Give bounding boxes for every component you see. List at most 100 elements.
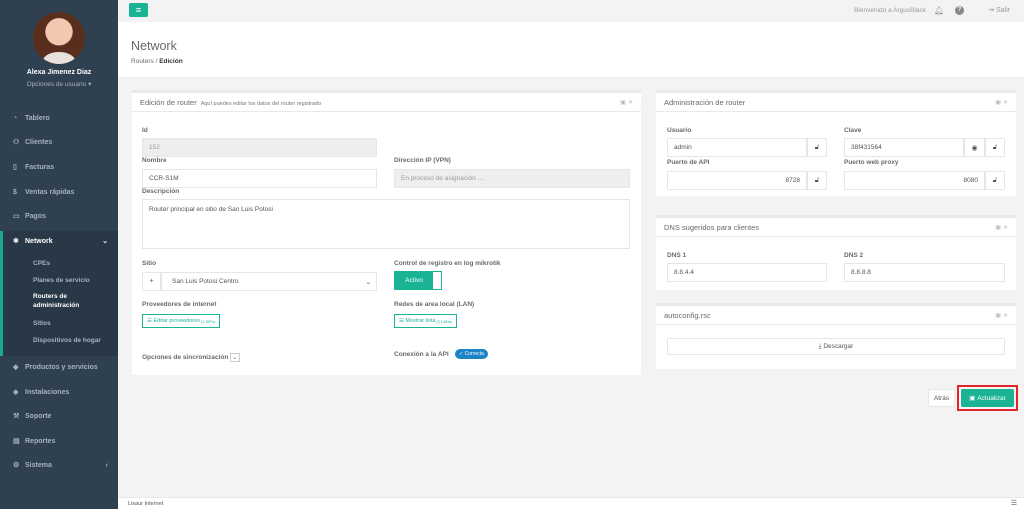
descripcion-textarea[interactable]: Router principal en sitio de San Luis Po… (142, 199, 630, 249)
bell-icon[interactable]: 🔔︎ (934, 6, 944, 15)
sidebar-item-pagos[interactable]: ▭ Pagos (0, 204, 118, 228)
breadcrumb: Routers / Edición (131, 58, 183, 65)
sidebar-item-ventas[interactable]: $ Ventas rápidas (0, 180, 118, 204)
dns2-input[interactable]: 8.8.8.8 (844, 263, 1005, 282)
wrench-icon: ⚒ (13, 413, 20, 420)
sidebar-item-sistema[interactable]: ⚙ Sistema ‹ (0, 453, 118, 477)
top-navbar: ≡ Bienvenido a ArgusBlack 🔔︎ ? ⇥ Salir (118, 0, 1024, 22)
add-sitio-button[interactable]: + (142, 272, 161, 291)
avatar[interactable] (33, 12, 85, 64)
control-toggle[interactable]: Activo (394, 271, 442, 290)
clave-input[interactable]: 38f431564 (844, 138, 964, 157)
list-icon: ☰ (147, 318, 152, 324)
admin-router-panel: Administración de router ▣✕ Usuario admi… (656, 90, 1016, 196)
show-password-button[interactable]: ◉ (964, 138, 985, 157)
save-icon[interactable]: ▣ (995, 313, 1003, 319)
save-icon[interactable]: ▣ (995, 100, 1003, 106)
direccion-field[interactable]: En proceso de asignación ... (394, 169, 630, 188)
api-port-input[interactable]: 8728 (667, 171, 807, 190)
nombre-input[interactable]: CCR-S1M (142, 169, 377, 188)
sidebar-item-facturas[interactable]: ▯ Facturas (0, 155, 118, 179)
sidebar-item-network[interactable]: ❄ Network ⌄ (0, 229, 118, 253)
sitio-select[interactable]: San Luis Potosi Centro ⌄ (161, 272, 377, 291)
page-heading: Network Routers / Edición (118, 22, 1024, 78)
menu-toggle-button[interactable]: ≡ (129, 3, 148, 17)
sidebar-sub-routers[interactable]: Routers de administración (33, 292, 113, 310)
sidebar-item-instalaciones[interactable]: ◈ Instalaciones (0, 380, 118, 404)
sitio-label: Sitio (142, 260, 157, 267)
save-icon[interactable]: ▣ (620, 100, 628, 106)
dns1-input[interactable]: 8.8.4.4 (667, 263, 827, 282)
sincronizacion-dropdown[interactable]: Opciones de sincronización ⌄ (142, 353, 240, 362)
plus-icon: + (149, 278, 154, 285)
actualizar-button[interactable]: ▣ Actualizar (961, 389, 1014, 407)
autoconfig-panel-title: autoconfig.rsc (664, 311, 711, 320)
id-label: Id (142, 127, 148, 134)
user-options-dropdown[interactable]: Opciones de usuario ▾ (0, 80, 118, 88)
descargar-button[interactable]: ⤓ Descargar (667, 338, 1005, 355)
sidebar-sub-dispositivos[interactable]: Dispositivos de hogar (33, 336, 113, 345)
nombre-label: Nombre (142, 157, 167, 164)
sidebar-sub-sitios[interactable]: Sitios (33, 319, 113, 328)
cogs-icon: ⚙ (13, 462, 20, 469)
chevron-left-icon: ‹ (105, 461, 108, 469)
sliders-icon[interactable]: ☰ (1011, 499, 1017, 507)
breadcrumb-routers[interactable]: Routers (131, 58, 154, 65)
dashboard-icon: ◔ (13, 114, 18, 122)
sidebar-network-section: ❄ Network ⌄ CPEs Planes de servicio Router… (0, 231, 118, 356)
sidebar-item-reportes[interactable]: ▤ Reportes (0, 429, 118, 453)
unlock-icon: 🔓︎ (814, 176, 820, 184)
dns-panel-header: DNS sugeridos para clientes ▣✕ (656, 218, 1016, 237)
chevron-down-icon: ⌄ (102, 238, 108, 245)
mostrar-lista-button[interactable]: ☰ Mostrar lista (3 LANs) (394, 314, 458, 328)
install-icon: ◈ (13, 389, 19, 396)
close-icon[interactable]: ✕ (1003, 225, 1010, 231)
proxy-port-input[interactable]: 8080 (844, 171, 985, 190)
editar-proveedores-button[interactable]: ☰ Editar proveedores (1 ISPs) (142, 314, 221, 328)
unlock-clave-button[interactable]: 🔓︎ (985, 138, 1005, 157)
page-title: Network (131, 39, 177, 53)
close-icon[interactable]: ✕ (1003, 100, 1010, 106)
unlock-proxy-button[interactable]: 🔓︎ (985, 171, 1005, 190)
logout-link[interactable]: ⇥ Salir (988, 6, 1010, 14)
close-icon[interactable]: ✕ (1003, 313, 1010, 319)
user-name: Alexa Jimenez Diaz (26, 69, 92, 76)
save-icon: ▣ (969, 395, 976, 402)
sidebar-sub-planes[interactable]: Planes de servicio (33, 276, 113, 285)
save-icon[interactable]: ▣ (995, 225, 1003, 231)
conexion-status-badge: ✓ Correcta (455, 349, 488, 359)
proveedores-label: Proveedores de internet (142, 301, 217, 308)
users-icon: ⚇ (13, 139, 20, 146)
close-icon[interactable]: ✕ (628, 100, 635, 106)
sidebar-item-productos[interactable]: ◆ Productos y servicios (0, 355, 118, 379)
tags-icon: ◆ (13, 364, 19, 371)
sidebar-item-tablero[interactable]: ◔ Tablero (0, 106, 118, 130)
edit-panel-title: Edición de router (140, 98, 197, 107)
unlock-api-button[interactable]: 🔓︎ (807, 171, 827, 190)
dns-panel: DNS sugeridos para clientes ▣✕ DNS 1 8.8… (656, 215, 1016, 290)
edit-panel-subtitle: Aquí puedes editar los datos del router … (200, 101, 322, 107)
dns-panel-title: DNS sugeridos para clientes (664, 223, 760, 232)
sidebar-item-clientes[interactable]: ⚇ Clientes (0, 130, 118, 154)
unlock-icon: 🔓︎ (814, 143, 820, 151)
unlock-usuario-button[interactable]: 🔓︎ (807, 138, 827, 157)
usuario-label: Usuario (667, 127, 692, 134)
conexion-label: Conexión a la API (394, 351, 449, 358)
download-icon: ⤓ (818, 342, 822, 350)
atras-button[interactable]: Atrás (928, 389, 955, 407)
dns2-label: DNS 2 (844, 252, 864, 259)
admin-panel-title: Administración de router (664, 98, 746, 107)
autoconfig-panel-header: autoconfig.rsc ▣✕ (656, 306, 1016, 325)
usuario-input[interactable]: admin (667, 138, 807, 157)
chevron-down-icon: ⌄ (365, 278, 371, 286)
chevron-down-icon: ⌄ (230, 353, 240, 362)
sign-out-icon: ⇥ (988, 7, 995, 14)
sidebar-item-soporte[interactable]: ⚒ Soporte (0, 404, 118, 428)
list-icon: ☰ (399, 318, 404, 324)
help-icon[interactable]: ? (955, 6, 964, 15)
unlock-icon: 🔓︎ (992, 176, 998, 184)
sidebar-sub-cpes[interactable]: CPEs (33, 259, 113, 268)
id-field[interactable]: 152 (142, 138, 377, 157)
edit-router-panel: Edición de router Aquí puedes editar los … (132, 90, 641, 375)
direccion-label: Dirección IP (VPN) (394, 157, 451, 164)
